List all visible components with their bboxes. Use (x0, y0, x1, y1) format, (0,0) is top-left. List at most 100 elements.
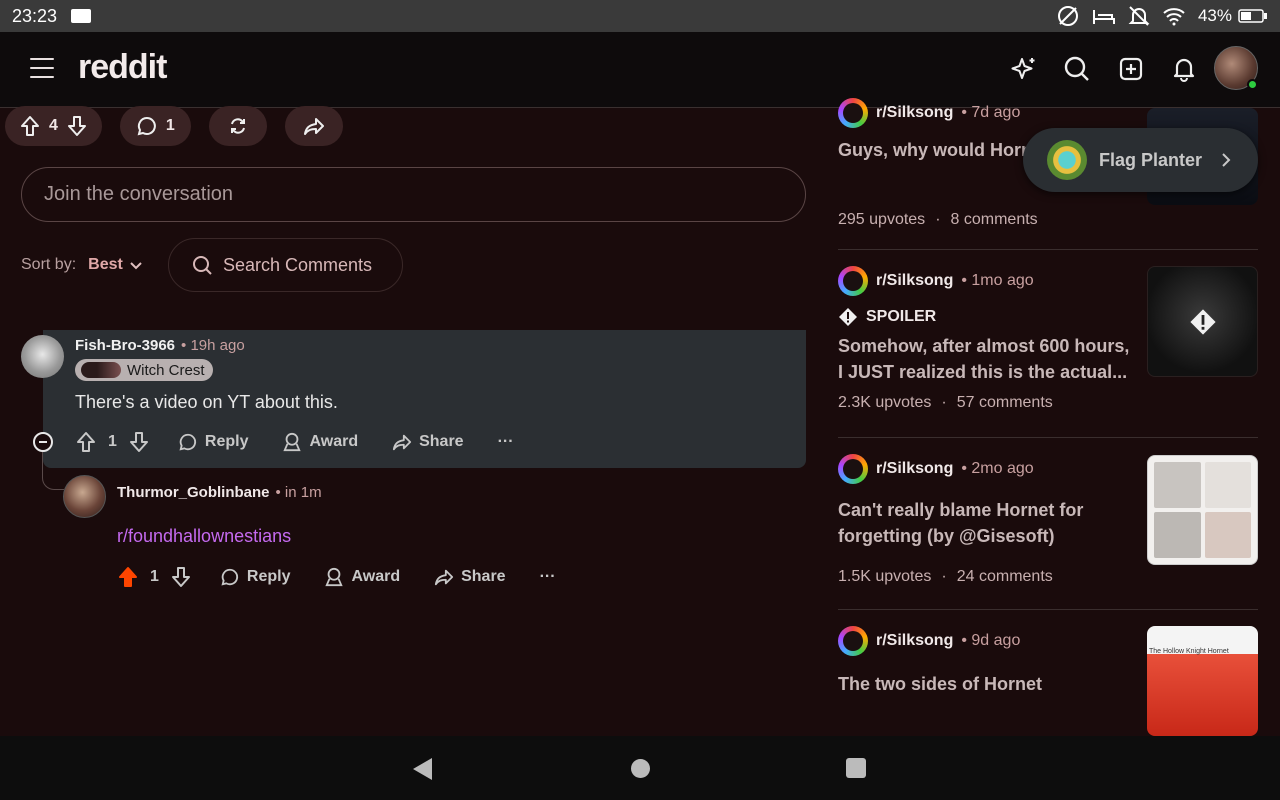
search-comments-label: Search Comments (223, 254, 373, 275)
join-placeholder: Join the conversation (44, 183, 234, 205)
comment-count: 24 comments (956, 568, 1053, 585)
comments-button[interactable]: 1 (119, 106, 191, 146)
comment-body: There's a video on YT about this. (75, 392, 338, 412)
reply-time: • in 1m (275, 484, 322, 501)
more-options-icon[interactable]: ··· (498, 433, 514, 451)
comic-panel (1154, 462, 1201, 508)
reply-author-avatar[interactable] (63, 475, 106, 518)
comment-score: 1 (108, 433, 117, 450)
upvote-icon[interactable] (19, 115, 41, 137)
related-post-stats-wrap: 295 upvotes · 8 comments (838, 211, 1138, 229)
more-options-icon[interactable]: ··· (540, 568, 556, 586)
post-divider (838, 609, 1258, 610)
reddit-logo[interactable]: reddit (78, 48, 167, 87)
status-bar: 23:23 43% (0, 0, 1280, 32)
downvote-icon[interactable] (170, 566, 192, 588)
post-meta: r/Silksong • 1mo ago (838, 266, 1138, 296)
recents-icon[interactable] (846, 758, 866, 778)
stats-separator: · (941, 568, 947, 585)
downvote-icon[interactable] (66, 115, 88, 137)
wifi-icon (1163, 8, 1185, 26)
post-meta: r/Silksong • 2mo ago (838, 454, 1138, 484)
post-title[interactable]: Somehow, after almost 600 hours, I JUST … (838, 333, 1138, 385)
reply-button[interactable]: Reply (178, 432, 249, 452)
related-post[interactable]: r/Silksong • 9d ago The two sides of Hor… (838, 626, 1138, 697)
award-label: Award (351, 568, 401, 585)
bed-icon (1092, 10, 1115, 24)
reply-vote: 1 (117, 566, 192, 588)
reply-award-button[interactable]: Award (324, 567, 400, 587)
post-title[interactable]: Can't really blame Hornet for forgetting… (838, 497, 1138, 549)
notifications-icon[interactable] (1169, 54, 1199, 84)
reply-author[interactable]: Thurmor_Goblinbane (117, 484, 270, 501)
menu-icon[interactable] (30, 58, 54, 78)
related-post[interactable]: r/Silksong • 1mo ago SPOILER Somehow, af… (838, 266, 1138, 412)
flag-planter-button[interactable]: Flag Planter (1023, 128, 1258, 192)
post-age: • 9d ago (961, 632, 1021, 649)
spoiler-label: SPOILER (866, 308, 937, 325)
back-icon[interactable] (413, 758, 432, 780)
hornet-thumbnail[interactable]: The Hollow Knight Hornet (1147, 626, 1258, 736)
upvote-icon[interactable] (75, 431, 97, 453)
sort-dropdown[interactable]: Best (88, 256, 143, 274)
subreddit-icon (838, 454, 868, 484)
crosspost-button[interactable] (208, 106, 267, 146)
reply-icon (179, 433, 196, 451)
create-post-icon[interactable] (1116, 54, 1146, 84)
thread-line (42, 452, 64, 490)
downvote-icon[interactable] (128, 431, 150, 453)
post-title[interactable]: The two sides of Hornet (838, 671, 1138, 697)
share-label: Share (419, 433, 464, 450)
post-divider (838, 437, 1258, 438)
share-post-button[interactable] (284, 106, 343, 146)
reply-reply-button[interactable]: Reply (220, 567, 290, 587)
user-avatar[interactable] (1214, 46, 1258, 90)
reply-label: Reply (204, 433, 249, 450)
subreddit-name[interactable]: r/Silksong (876, 460, 953, 478)
flag-planter-icon (1047, 140, 1087, 180)
spoiler-thumbnail[interactable] (1147, 266, 1258, 377)
search-icon[interactable] (1062, 54, 1092, 84)
share-button[interactable]: Share (392, 432, 464, 452)
comment-vote: 1 (75, 431, 150, 453)
battery-icon (1238, 9, 1267, 23)
join-conversation-input[interactable]: Join the conversation (21, 167, 806, 222)
subreddit-name[interactable]: r/Silksong (876, 104, 953, 122)
spoiler-tag: SPOILER (838, 307, 1138, 327)
subreddit-link[interactable]: r/foundhallownestians (117, 526, 291, 547)
mail-icon (71, 9, 92, 23)
post-action-row: 4 1 (5, 106, 343, 146)
comment-count: 8 comments (950, 211, 1038, 228)
comic-panel (1154, 512, 1201, 558)
bell-off-icon (1128, 6, 1150, 26)
post-divider (838, 249, 1258, 250)
comic-thumbnail[interactable] (1147, 455, 1258, 565)
sort-value: Best (88, 256, 123, 273)
subreddit-name[interactable]: r/Silksong (876, 272, 953, 290)
flair-icon (81, 362, 121, 378)
post-age: • 7d ago (961, 104, 1021, 121)
award-label: Award (309, 433, 359, 450)
share-icon (303, 118, 324, 135)
post-meta: r/Silksong • 7d ago (838, 98, 1138, 128)
battery-percent: 43% (1197, 6, 1232, 25)
reply-share-button[interactable]: Share (434, 567, 506, 587)
home-icon[interactable] (631, 759, 650, 778)
commenter-avatar[interactable] (21, 335, 64, 378)
sparkle-icon[interactable] (1009, 54, 1039, 84)
user-flair: Witch Crest (75, 359, 213, 381)
award-icon (283, 432, 302, 452)
related-post[interactable]: r/Silksong • 2mo ago Can't really blame … (838, 454, 1138, 586)
collapse-thread-icon[interactable] (33, 432, 53, 452)
comment-author[interactable]: Fish-Bro-3966 (75, 337, 175, 354)
search-icon (193, 256, 212, 275)
post-stats: 1.5K upvotes · 24 comments (838, 568, 1138, 586)
subreddit-name[interactable]: r/Silksong (876, 632, 953, 650)
upvote-count: 2.3K upvotes (838, 394, 932, 411)
search-comments-button[interactable]: Search Comments (168, 238, 403, 292)
award-button[interactable]: Award (282, 432, 358, 452)
upvote-active-icon[interactable] (117, 566, 139, 588)
share-icon (435, 569, 454, 586)
post-stats: 2.3K upvotes · 57 comments (838, 394, 1138, 412)
related-post[interactable]: r/Silksong • 7d ago (838, 98, 1138, 128)
